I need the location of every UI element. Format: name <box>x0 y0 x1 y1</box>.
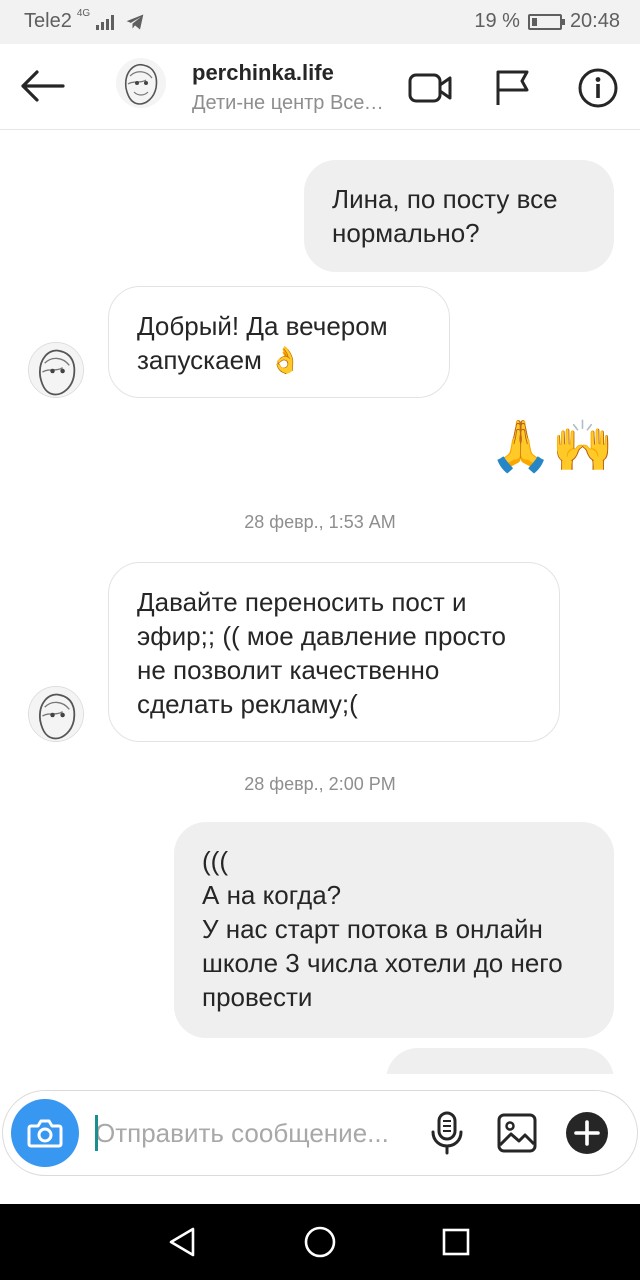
signal-icon <box>96 14 115 30</box>
message-composer <box>2 1090 638 1176</box>
gallery-button[interactable] <box>493 1109 541 1157</box>
info-button[interactable] <box>574 64 622 112</box>
camera-button[interactable] <box>11 1099 79 1167</box>
battery-percent: 19 % <box>474 10 520 32</box>
nav-recents-button[interactable] <box>436 1222 476 1262</box>
text-cursor <box>95 1115 98 1151</box>
video-call-icon <box>408 73 452 103</box>
triangle-back-icon <box>169 1227 195 1257</box>
message-input[interactable] <box>95 1113 405 1153</box>
square-recents-icon <box>442 1228 470 1256</box>
contact-subtitle: Дети-не центр Вселенной <box>192 92 387 114</box>
message-bubble-outgoing[interactable]: ((( А на когда? У нас старт потока в онл… <box>174 822 614 1038</box>
system-nav-bar <box>0 1204 640 1280</box>
emoji-message[interactable]: 🙏🙌 <box>489 418 614 474</box>
telegram-icon <box>126 14 144 29</box>
circle-home-icon <box>304 1226 336 1258</box>
timestamp: 28 февр., 1:53 AM <box>244 512 396 532</box>
message-bubble-incoming[interactable]: Добрый! Да вечером запускаем 👌 <box>108 286 450 398</box>
status-left: Tele2 4G <box>24 8 146 33</box>
profile-picture-icon <box>116 58 166 108</box>
video-call-button[interactable] <box>406 64 454 112</box>
status-bar: Tele2 4G 19 % 20:48 <box>0 0 640 44</box>
sender-avatar[interactable] <box>28 342 84 398</box>
camera-icon <box>27 1119 63 1148</box>
gallery-icon <box>497 1113 537 1153</box>
contact-avatar[interactable] <box>116 58 166 108</box>
message-thread[interactable]: · · · Лина, по посту все нормально? Добр… <box>0 130 640 1074</box>
flag-icon <box>496 70 529 105</box>
profile-picture-icon <box>29 343 83 397</box>
carrier-name: Tele2 <box>24 10 72 32</box>
battery-icon <box>527 13 565 30</box>
nav-back-button[interactable] <box>162 1222 202 1262</box>
network-type: 4G <box>76 8 91 19</box>
timestamp: 28 февр., 2:00 PM <box>244 774 396 794</box>
status-right: 19 % 20:48 <box>474 10 620 33</box>
info-icon <box>578 68 618 108</box>
voice-message-button[interactable] <box>423 1109 471 1157</box>
message-bubble-outgoing-partial[interactable] <box>386 1048 614 1074</box>
timestamp-clipped: · · · <box>0 130 640 137</box>
battery-level <box>531 17 537 26</box>
profile-picture-icon <box>29 687 83 741</box>
add-icon <box>566 1112 608 1154</box>
microphone-icon <box>431 1111 463 1155</box>
back-button[interactable] <box>16 62 68 110</box>
sender-avatar[interactable] <box>28 686 84 742</box>
chat-header: perchinka.life Дети-не центр Вселенной <box>0 44 640 130</box>
clock: 20:48 <box>569 10 620 32</box>
more-actions-button[interactable] <box>563 1109 611 1157</box>
back-arrow-icon <box>21 70 65 102</box>
contact-username[interactable]: perchinka.life <box>192 60 334 86</box>
report-flag-button[interactable] <box>488 64 536 112</box>
message-bubble-incoming[interactable]: Давайте переносить пост и эфир;; (( мое … <box>108 562 560 742</box>
message-bubble-outgoing[interactable]: Лина, по посту все нормально? <box>304 160 614 272</box>
nav-home-button[interactable] <box>300 1222 340 1262</box>
